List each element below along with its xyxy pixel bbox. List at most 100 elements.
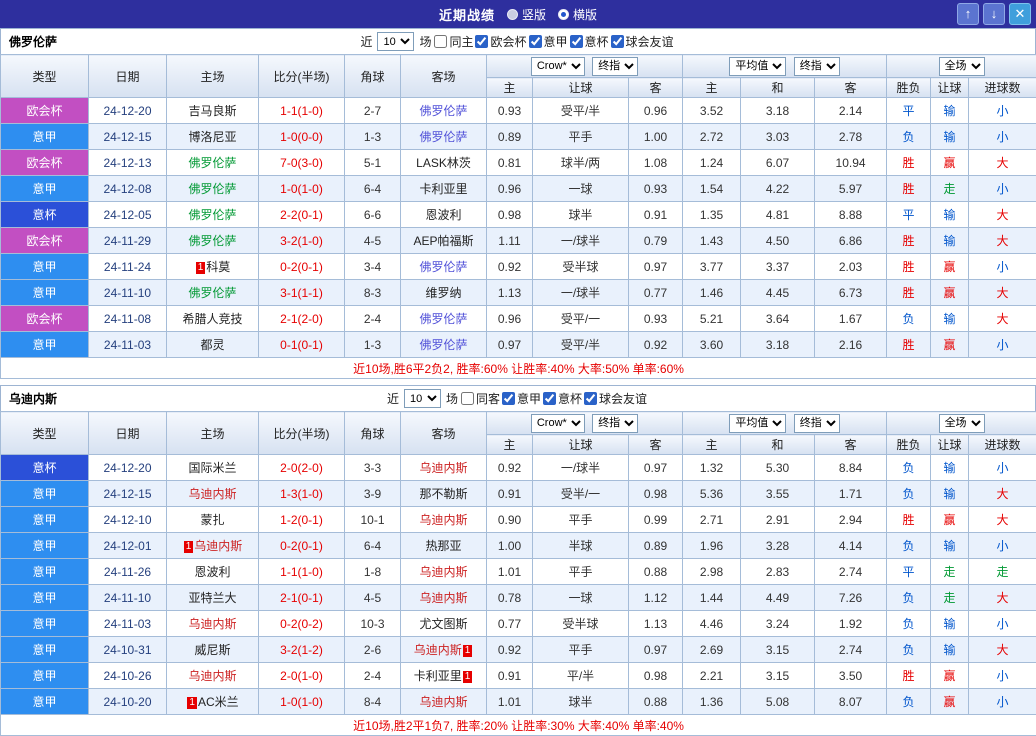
match-row: 意甲24-12-15乌迪内斯1-3(1-0)3-9那不勒斯0.91受半/一0.9…: [1, 481, 1036, 507]
team-link[interactable]: 佛罗伦萨: [419, 130, 467, 144]
team-link[interactable]: 佛罗伦萨: [419, 338, 467, 352]
avg-home-odds: 2.71: [683, 507, 741, 533]
team-link[interactable]: 佛罗伦萨: [188, 208, 236, 222]
score: 7-0(3-0): [259, 150, 345, 176]
home-team-cell: 乌迪内斯: [167, 611, 259, 637]
col-corner: 角球: [345, 412, 401, 455]
team-link[interactable]: 尤文图斯: [419, 617, 467, 631]
avg-stage-select[interactable]: 终指: [794, 414, 840, 433]
filter-option-意甲[interactable]: 意甲: [502, 390, 541, 407]
avg-source-select[interactable]: 平均值: [729, 414, 786, 433]
match-date: 24-12-13: [89, 150, 167, 176]
col-avg-draw: 和: [741, 435, 815, 455]
filter-option-球会友谊[interactable]: 球会友谊: [611, 33, 674, 50]
match-count-select[interactable]: 10: [377, 32, 414, 51]
avg-draw-odds: 3.37: [741, 254, 815, 280]
filter-checkbox[interactable]: [434, 35, 447, 48]
filter-option-意杯[interactable]: 意杯: [543, 390, 582, 407]
team-link[interactable]: 佛罗伦萨: [188, 182, 236, 196]
scope-select[interactable]: 全场: [939, 414, 985, 433]
filter-option-意杯[interactable]: 意杯: [570, 33, 609, 50]
home-team-cell: 希腊人竞技: [167, 306, 259, 332]
team-link[interactable]: 恩波利: [425, 208, 461, 222]
team-link[interactable]: 蒙扎: [200, 513, 224, 527]
close-button[interactable]: ✕: [1009, 3, 1031, 25]
result-outcome: 胜: [887, 228, 931, 254]
away-team-cell: 佛罗伦萨: [401, 332, 487, 358]
team-link[interactable]: 乌迪内斯: [414, 643, 462, 657]
team-link[interactable]: 维罗纳: [425, 286, 461, 300]
odds-source-select[interactable]: Crow*: [531, 57, 585, 76]
filter-option-同主[interactable]: 同主: [434, 33, 473, 50]
result-handicap: 赢: [931, 254, 969, 280]
team-link[interactable]: 乌迪内斯: [188, 487, 236, 501]
filter-checkbox[interactable]: [611, 35, 624, 48]
team-link[interactable]: 佛罗伦萨: [419, 104, 467, 118]
team-link[interactable]: 佛罗伦萨: [188, 286, 236, 300]
team-link[interactable]: 乌迪内斯: [188, 669, 236, 683]
odds-stage-select[interactable]: 终指: [592, 414, 638, 433]
filter-option-欧会杯[interactable]: 欧会杯: [475, 33, 526, 50]
score: 1-0(1-0): [259, 176, 345, 202]
layout-option-vertical[interactable]: 竖版: [507, 6, 546, 23]
team-link[interactable]: 乌迪内斯: [188, 617, 236, 631]
avg-stage-select[interactable]: 终指: [794, 57, 840, 76]
filter-checkbox[interactable]: [461, 392, 474, 405]
team-link[interactable]: 希腊人竞技: [182, 312, 242, 326]
league-type-badge: 意甲: [1, 585, 89, 611]
team-link[interactable]: 佛罗伦萨: [419, 260, 467, 274]
filter-option-同客[interactable]: 同客: [461, 390, 500, 407]
move-down-button[interactable]: ↓: [983, 3, 1005, 25]
result-handicap: 输: [931, 306, 969, 332]
team-link[interactable]: 乌迪内斯: [419, 591, 467, 605]
team-link[interactable]: 国际米兰: [188, 461, 236, 475]
odds-away: 0.99: [629, 507, 683, 533]
league-type-badge: 意甲: [1, 507, 89, 533]
team-link[interactable]: 卡利亚里: [419, 182, 467, 196]
handicap-line: 球半/两: [533, 150, 629, 176]
avg-source-select[interactable]: 平均值: [729, 57, 786, 76]
filter-checkbox[interactable]: [502, 392, 515, 405]
filter-checkbox[interactable]: [570, 35, 583, 48]
scope-select[interactable]: 全场: [939, 57, 985, 76]
team-link[interactable]: AEP帕福斯: [413, 234, 473, 248]
avg-home-odds: 1.32: [683, 455, 741, 481]
avg-draw-odds: 4.22: [741, 176, 815, 202]
team-link[interactable]: 乌迪内斯: [419, 461, 467, 475]
match-count-select[interactable]: 10: [404, 389, 441, 408]
layout-option-horizontal[interactable]: 横版: [558, 6, 597, 23]
filter-checkbox[interactable]: [529, 35, 542, 48]
team-link[interactable]: 博洛尼亚: [188, 130, 236, 144]
team-link[interactable]: 那不勒斯: [419, 487, 467, 501]
team-link[interactable]: 都灵: [200, 338, 224, 352]
team-link[interactable]: 佛罗伦萨: [188, 234, 236, 248]
avg-away-odds: 7.26: [815, 585, 887, 611]
team-link[interactable]: 卡利亚里: [414, 669, 462, 683]
team-link[interactable]: 热那亚: [425, 539, 461, 553]
filter-option-球会友谊[interactable]: 球会友谊: [584, 390, 647, 407]
team-link[interactable]: AC米兰: [198, 695, 239, 709]
odds-source-select[interactable]: Crow*: [531, 414, 585, 433]
odds-stage-select[interactable]: 终指: [592, 57, 638, 76]
team-link[interactable]: 乌迪内斯: [419, 513, 467, 527]
team-link[interactable]: 威尼斯: [194, 643, 230, 657]
result-outcome: 负: [887, 306, 931, 332]
team-link[interactable]: 恩波利: [194, 565, 230, 579]
team-link[interactable]: 乌迪内斯: [419, 695, 467, 709]
move-up-button[interactable]: ↑: [957, 3, 979, 25]
team-link[interactable]: 乌迪内斯: [194, 539, 242, 553]
team-link[interactable]: 科莫: [206, 260, 230, 274]
corner-score: 2-7: [345, 98, 401, 124]
team-link[interactable]: 佛罗伦萨: [188, 156, 236, 170]
filter-checkbox[interactable]: [475, 35, 488, 48]
result-handicap: 走: [931, 585, 969, 611]
team-link[interactable]: 亚特兰大: [188, 591, 236, 605]
filter-checkbox[interactable]: [584, 392, 597, 405]
summary-row: 近10场,胜6平2负2, 胜率:60% 让胜率:40% 大率:50% 单率:60…: [1, 358, 1036, 379]
team-link[interactable]: 佛罗伦萨: [419, 312, 467, 326]
team-link[interactable]: LASK林茨: [416, 156, 471, 170]
team-link[interactable]: 乌迪内斯: [419, 565, 467, 579]
filter-option-意甲[interactable]: 意甲: [529, 33, 568, 50]
team-link[interactable]: 吉马良斯: [188, 104, 236, 118]
filter-checkbox[interactable]: [543, 392, 556, 405]
